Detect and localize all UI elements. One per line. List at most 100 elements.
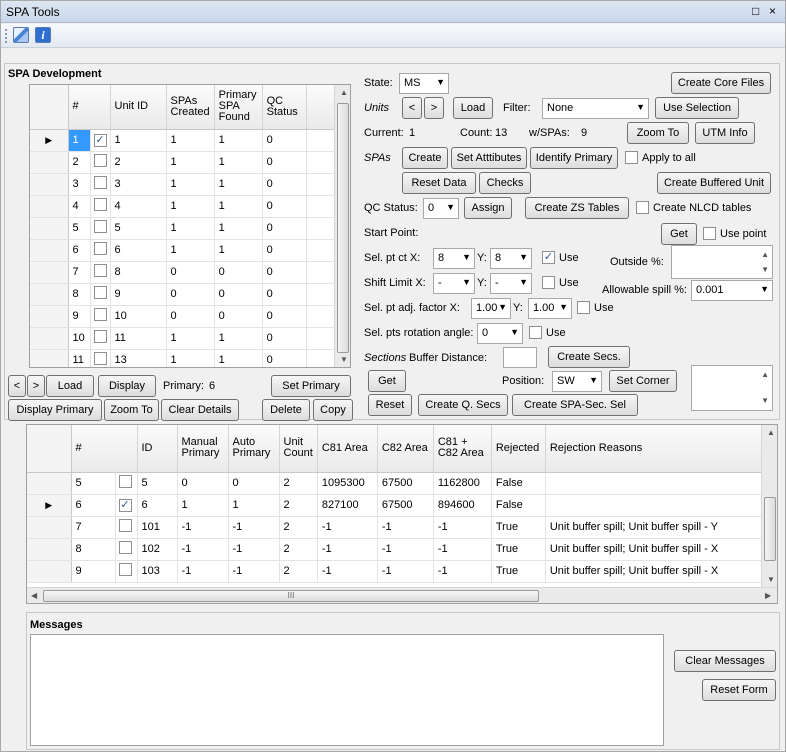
col-header-qc-status[interactable]: QC Status	[262, 85, 307, 130]
row-header[interactable]	[30, 173, 69, 196]
allowable-spill-dropdown[interactable]: 0.001 ▼	[691, 280, 773, 301]
use-point-checkbox[interactable]	[703, 227, 716, 240]
scroll-thumb[interactable]	[764, 497, 776, 561]
adj-y-dropdown[interactable]: 1.00 ▼	[528, 298, 572, 319]
row-number[interactable]: 9	[71, 560, 116, 583]
primary-spa-found-cell[interactable]: 1	[214, 195, 263, 218]
row-checkbox-cell[interactable]	[90, 349, 111, 367]
adj-use-checkbox[interactable]	[577, 301, 590, 314]
spa-grid-vscroll[interactable]: ▲ ▼	[334, 85, 350, 367]
info-icon[interactable]: i	[35, 27, 51, 43]
id-cell[interactable]: 102	[137, 538, 178, 561]
c81-area-cell[interactable]: -1	[317, 516, 378, 539]
primary-spa-found-cell[interactable]: 1	[214, 129, 263, 152]
row-checkbox-cell[interactable]	[90, 261, 111, 284]
rotation-dropdown[interactable]: 0 ▼	[477, 323, 523, 344]
spas-created-cell[interactable]: 1	[166, 327, 215, 350]
row-number[interactable]: 1	[68, 129, 91, 152]
primary-spa-found-cell[interactable]: 1	[214, 173, 263, 196]
table-row[interactable]: 7 101 -1 -1 2 -1 -1 -1 True Unit buffer spill; Un…	[27, 516, 766, 539]
rejected-cell[interactable]: False	[491, 494, 546, 517]
table-row[interactable]: 33110	[30, 173, 337, 196]
qc-status-cell[interactable]: 0	[262, 195, 307, 218]
primary-spa-found-cell[interactable]: 0	[214, 283, 263, 306]
row-number[interactable]: 10	[68, 327, 91, 350]
col-header-c81-area[interactable]: C81 Area	[317, 425, 378, 473]
c81-area-cell[interactable]: 827100	[317, 494, 378, 517]
unit-count-cell[interactable]: 2	[279, 472, 318, 495]
clear-details-button[interactable]: Clear Details	[161, 399, 239, 421]
unit-id-cell[interactable]: 5	[110, 217, 167, 240]
id-cell[interactable]: 103	[137, 560, 178, 583]
row-number[interactable]: 2	[68, 151, 91, 174]
c82-area-cell[interactable]: -1	[377, 538, 434, 561]
rejection-reasons-cell[interactable]: Unit buffer spill; Unit buffer spill - Y	[545, 516, 766, 539]
table-row[interactable]: 11 13 1 1 0	[30, 349, 337, 367]
unit-id-cell[interactable]: 1	[110, 129, 167, 152]
row-checkbox[interactable]	[93, 330, 107, 343]
row-number[interactable]: 7	[71, 516, 116, 539]
c81-c82-area-cell[interactable]: -1	[433, 560, 492, 583]
qc-status-cell[interactable]: 0	[262, 217, 307, 240]
spin-down-icon[interactable]: ▼	[761, 265, 769, 274]
position-dropdown[interactable]: SW ▼	[552, 371, 602, 392]
qc-status-cell[interactable]: 0	[262, 151, 307, 174]
primary-spa-found-cell[interactable]: 1	[214, 327, 263, 350]
create-core-files-button[interactable]: Create Core Files	[671, 72, 771, 94]
row-checkbox-cell[interactable]	[90, 195, 111, 218]
primary-spa-found-cell[interactable]: 1	[214, 239, 263, 262]
id-cell[interactable]: 101	[137, 516, 178, 539]
auto-primary-cell[interactable]: -1	[228, 560, 280, 583]
auto-primary-cell[interactable]: -1	[228, 538, 280, 561]
table-row[interactable]: 89000	[30, 283, 337, 306]
spa-prev-button[interactable]: <	[8, 375, 26, 397]
c81-area-cell[interactable]: -1	[317, 538, 378, 561]
col-header-num[interactable]: #	[68, 85, 111, 130]
spa-display-button[interactable]: Display	[98, 375, 156, 397]
map-icon[interactable]	[13, 27, 29, 43]
table-row[interactable]: 10 11 1 1 0	[30, 327, 337, 350]
display-primary-button[interactable]: Display Primary	[8, 399, 102, 421]
row-header[interactable]	[30, 327, 69, 350]
spas-created-cell[interactable]: 1	[166, 239, 215, 262]
c81-c82-area-cell[interactable]: -1	[433, 516, 492, 539]
col-header-primary-spa-found[interactable]: Primary SPA Found	[214, 85, 263, 130]
row-checkbox-cell[interactable]	[115, 516, 138, 539]
qc-status-dropdown[interactable]: 0 ▼	[423, 198, 459, 219]
primary-spa-found-cell[interactable]: 1	[214, 349, 263, 367]
unit-id-cell[interactable]: 13	[110, 349, 167, 367]
rejected-cell[interactable]: True	[491, 560, 546, 583]
zoom-to-units-button[interactable]: Zoom To	[627, 122, 689, 144]
table-row[interactable]: ▶ 6 ✓ 6 1 1 2 827100 67500 894600 False	[27, 494, 766, 517]
unit-id-cell[interactable]: 9	[110, 283, 167, 306]
unit-id-cell[interactable]: 4	[110, 195, 167, 218]
units-prev-button[interactable]: <	[402, 97, 422, 119]
units-load-button[interactable]: Load	[453, 97, 493, 119]
create-zs-tables-button[interactable]: Create ZS Tables	[525, 197, 629, 219]
unit-count-cell[interactable]: 2	[279, 560, 318, 583]
col-header-unit-id[interactable]: Unit ID	[110, 85, 167, 130]
col-header-rejection-reasons[interactable]: Rejection Reasons	[545, 425, 766, 473]
id-cell[interactable]: 6	[137, 494, 178, 517]
row-checkbox[interactable]	[93, 352, 107, 365]
detail-grid-vscroll[interactable]: ▲ ▼	[761, 425, 777, 587]
qc-status-cell[interactable]: 0	[262, 129, 307, 152]
shift-use-checkbox[interactable]	[542, 276, 555, 289]
state-dropdown[interactable]: MS ▼	[399, 73, 449, 94]
unit-id-cell[interactable]: 10	[110, 305, 167, 328]
zoom-to-button[interactable]: Zoom To	[104, 399, 159, 421]
row-checkbox[interactable]: ✓	[118, 498, 132, 512]
row-checkbox-cell[interactable]: ✓	[90, 129, 111, 152]
table-row[interactable]: 5 5 0 0 2 1095300 67500 1162800 False	[27, 472, 766, 495]
auto-primary-cell[interactable]: 1	[228, 494, 280, 517]
utm-info-button[interactable]: UTM Info	[695, 122, 755, 144]
messages-textarea[interactable]	[30, 634, 664, 746]
rejection-reasons-cell[interactable]	[545, 494, 766, 517]
table-row[interactable]: 55110	[30, 217, 337, 240]
qc-status-cell[interactable]: 0	[262, 239, 307, 262]
maximize-icon[interactable]: □	[752, 4, 759, 18]
use-selection-button[interactable]: Use Selection	[655, 97, 739, 119]
table-row[interactable]: ▶ 1 ✓ 1 1 1 0	[30, 129, 337, 152]
scroll-down-icon[interactable]: ▼	[340, 355, 348, 364]
row-checkbox-cell[interactable]	[90, 151, 111, 174]
